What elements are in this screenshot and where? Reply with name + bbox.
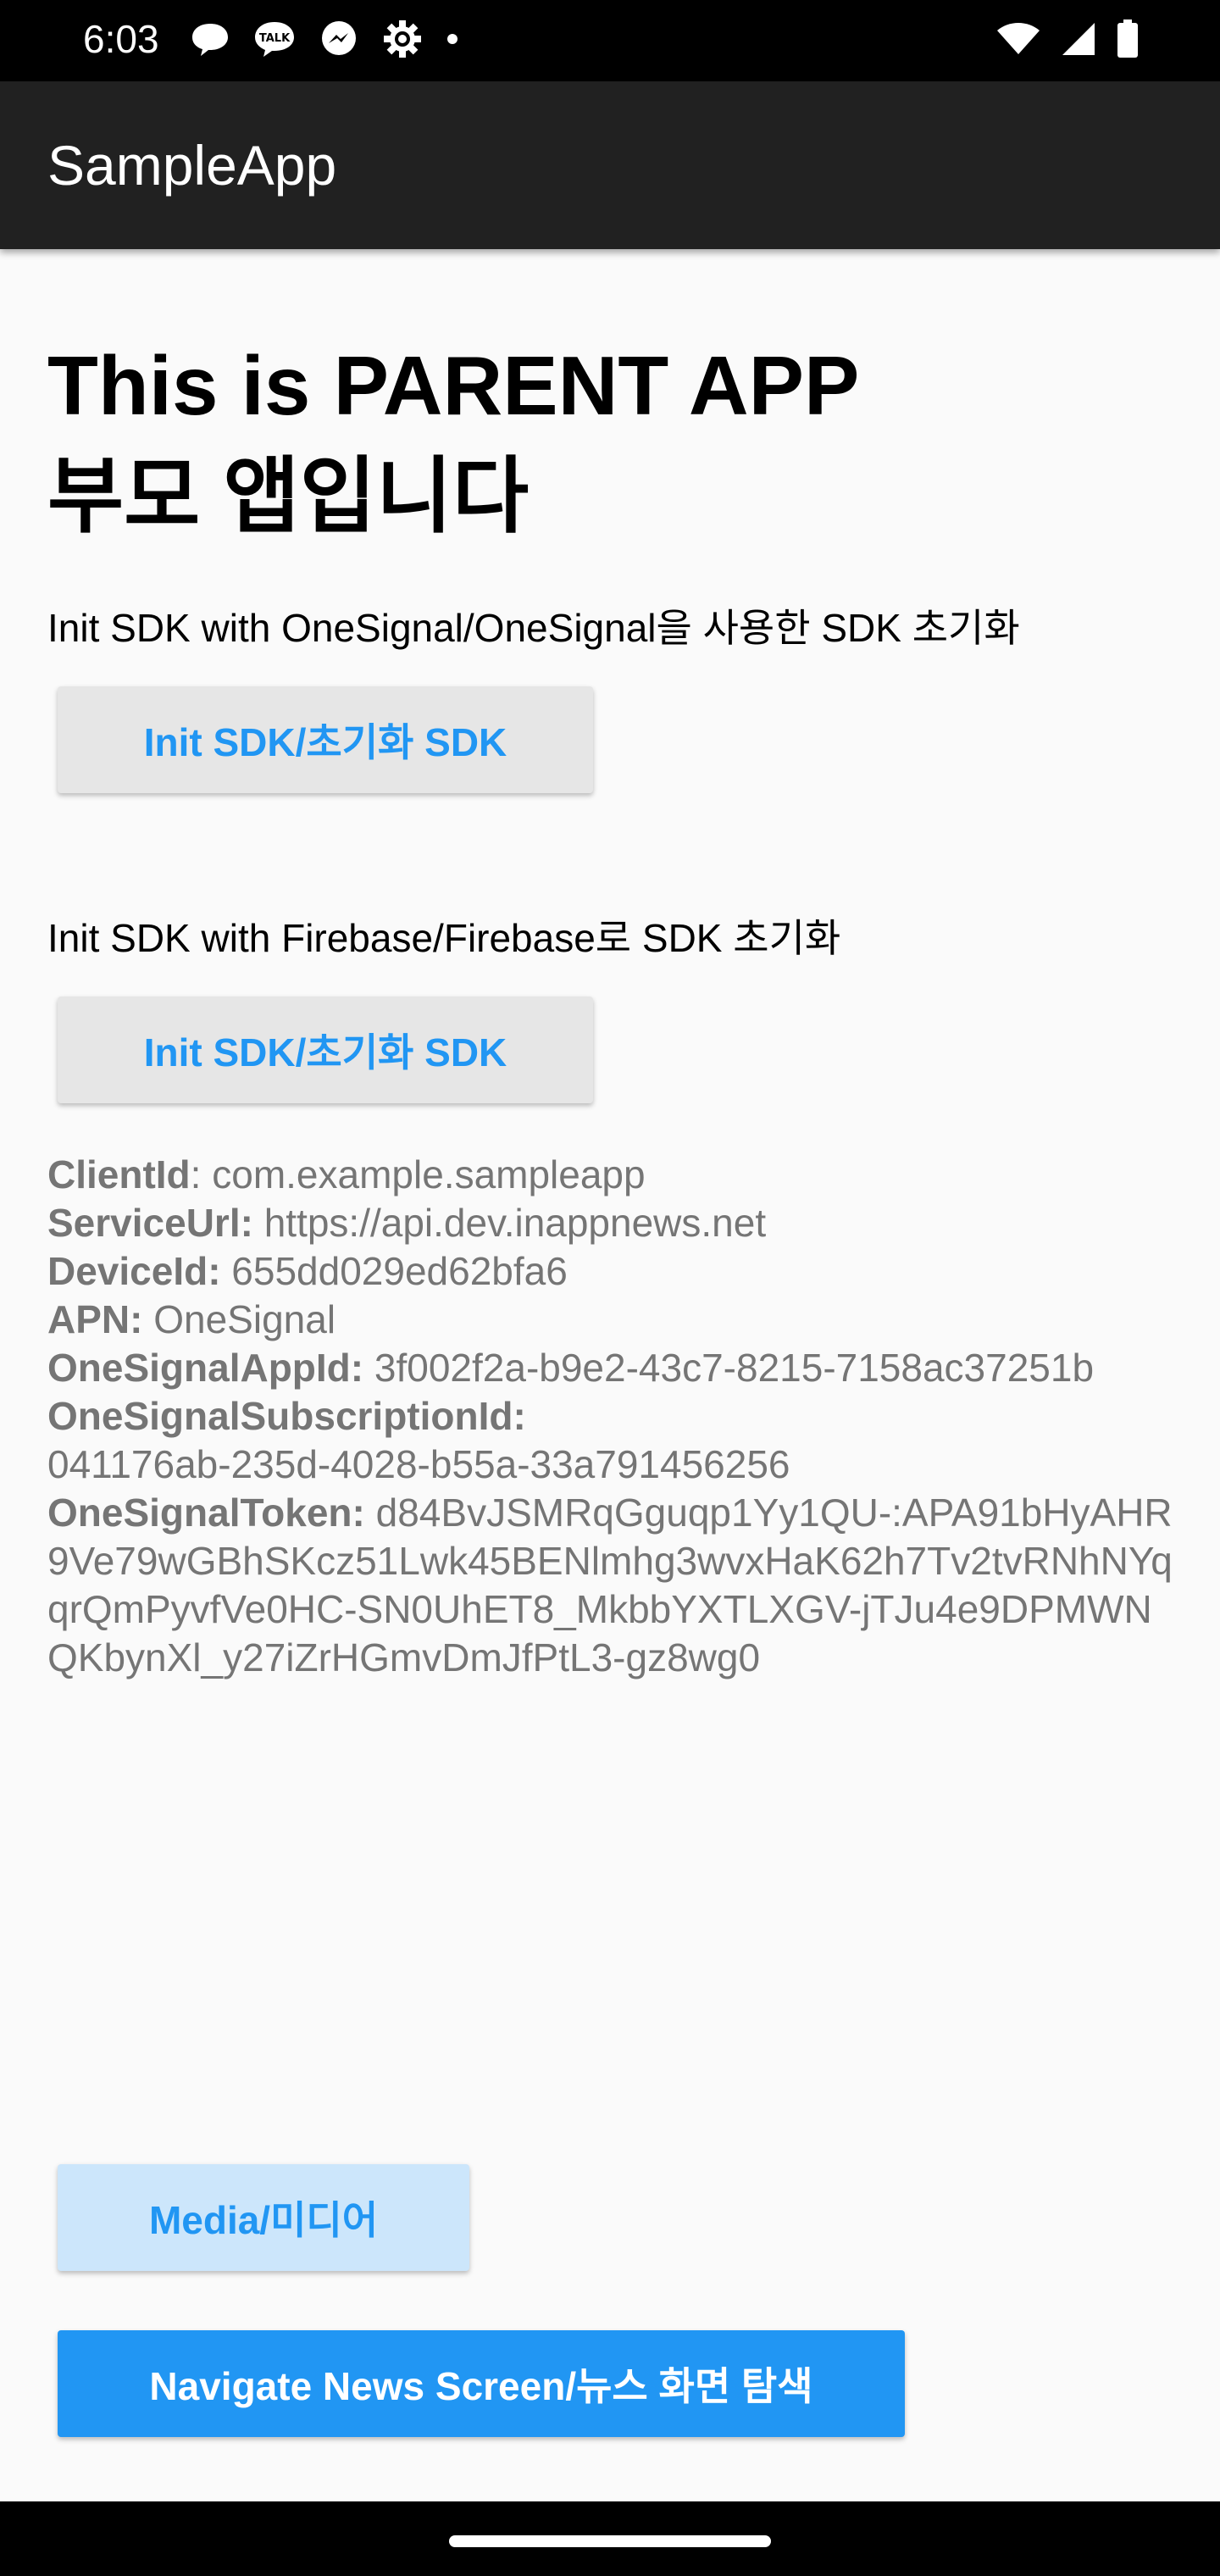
chat-bubble-icon xyxy=(190,20,230,61)
client-id-key: ClientId xyxy=(47,1152,191,1196)
onesignal-token-row: OneSignalToken: d84BvJSMRqGguqp1Yy1QU-:A… xyxy=(47,1489,1174,1682)
device-id-row: DeviceId: 655dd029ed62bfa6 xyxy=(47,1247,1174,1296)
dot-icon xyxy=(446,32,459,49)
status-bar: 6:03 TALK xyxy=(0,0,1220,81)
apn-value: OneSignal xyxy=(142,1297,336,1341)
sdk-info-block: ClientId: com.example.sampleapp ServiceU… xyxy=(47,1151,1174,1682)
navigate-news-screen-button[interactable]: Navigate News Screen/뉴스 화면 탐색 xyxy=(58,2330,905,2437)
battery-icon xyxy=(1117,19,1139,62)
system-icons xyxy=(996,19,1139,63)
client-id-value: : com.example.sampleapp xyxy=(190,1152,646,1196)
messenger-icon xyxy=(319,19,359,63)
settings-gear-icon xyxy=(381,18,424,64)
navigation-bar xyxy=(0,2501,1220,2576)
service-url-value: https://api.dev.inappnews.net xyxy=(252,1201,767,1245)
device-id-value: 655dd029ed62bfa6 xyxy=(220,1249,568,1293)
svg-text:TALK: TALK xyxy=(259,32,291,45)
app-bar: SampleApp xyxy=(0,81,1220,249)
wifi-icon xyxy=(996,22,1040,59)
service-url-row: ServiceUrl: https://api.dev.inappnews.ne… xyxy=(47,1199,1174,1247)
init-sdk-firebase-button[interactable]: Init SDK/초기화 SDK xyxy=(58,997,593,1103)
device-id-key: DeviceId: xyxy=(47,1249,221,1293)
apn-key: APN: xyxy=(47,1297,143,1341)
onesignal-subscription-id-key: OneSignalSubscriptionId: xyxy=(47,1394,526,1438)
onesignal-subscription-id-row: OneSignalSubscriptionId: xyxy=(47,1392,1174,1441)
heading-line-english: This is PARENT APP xyxy=(47,339,860,432)
page-heading: This is PARENT APP 부모 앱입니다 xyxy=(47,330,1174,551)
onesignal-section-label: Init SDK with OneSignal/OneSignal을 사용한 S… xyxy=(47,606,1020,650)
kakaotalk-icon: TALK xyxy=(252,19,297,62)
onesignal-app-id-row: OneSignalAppId: 3f002f2a-b9e2-43c7-8215-… xyxy=(47,1344,1174,1392)
status-time: 6:03 xyxy=(83,17,159,61)
service-url-key: ServiceUrl: xyxy=(47,1201,253,1245)
client-id-row: ClientId: com.example.sampleapp xyxy=(47,1151,1174,1199)
apn-row: APN: OneSignal xyxy=(47,1296,1174,1344)
onesignal-token-key: OneSignalToken: xyxy=(47,1491,365,1535)
onesignal-subscription-id-value: 041176ab-235d-4028-b55a-33a791456256 xyxy=(47,1442,790,1486)
notification-icons: TALK xyxy=(190,19,459,63)
heading-line-korean: 부모 앱입니다 xyxy=(47,449,530,542)
init-sdk-onesignal-button[interactable]: Init SDK/초기화 SDK xyxy=(58,686,593,793)
app-title: SampleApp xyxy=(47,134,337,197)
media-button[interactable]: Media/미디어 xyxy=(58,2164,469,2271)
cellular-signal-icon xyxy=(1061,21,1096,60)
onesignal-app-id-value: 3f002f2a-b9e2-43c7-8215-7158ac37251b xyxy=(363,1346,1095,1390)
firebase-section-label: Init SDK with Firebase/Firebase로 SDK 초기화 xyxy=(47,916,841,960)
onesignal-app-id-key: OneSignalAppId: xyxy=(47,1346,364,1390)
home-gesture-handle[interactable] xyxy=(449,2535,771,2547)
